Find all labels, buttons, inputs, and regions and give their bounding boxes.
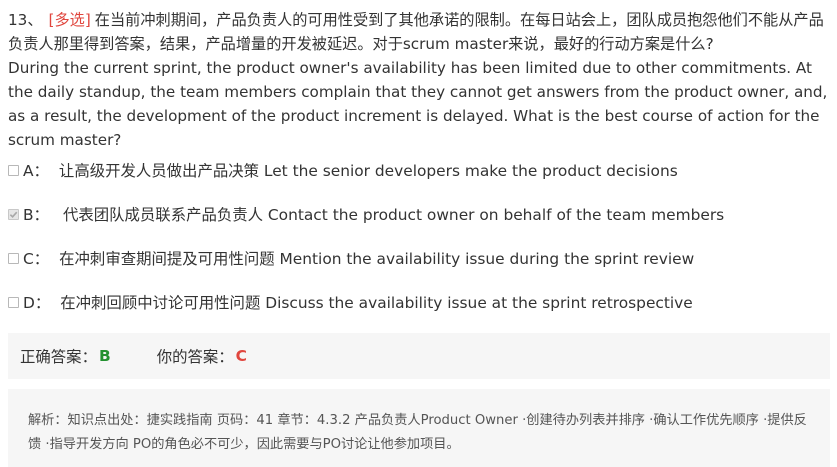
option-a-checkbox[interactable] [8,164,19,176]
option-d-text: 在冲刺回顾中讨论可用性问题 Discuss the availability i… [60,294,693,312]
option-d-letter: D： [23,294,51,312]
option-d-checkbox[interactable] [8,296,19,308]
option-b-text: 代表团队成员联系产品负责人 Contact the product owner … [62,206,725,224]
question-text-cn: 在当前冲刺期间，产品负责人的可用性受到了其他承诺的限制。在每日站会上，团队成员抱… [8,11,824,53]
your-answer-value: C [235,347,247,365]
option-a[interactable]: A： 让高级开发人员做出产品决策 Let the senior develope… [8,158,828,182]
question-text-en: During the current sprint, the product o… [8,59,828,149]
your-answer-label: 你的答案： [156,348,234,366]
option-b[interactable]: B： 代表团队成员联系产品负责人 Contact the product own… [8,202,828,226]
explanation-panel: 解析：知识点出处：捷实践指南 页码：41 章节：4.3.2 产品负责人Produ… [8,389,830,467]
option-b-letter: B： [23,206,49,224]
answer-panel: 正确答案： B 你的答案： C [8,333,830,379]
option-c-letter: C： [23,250,50,268]
option-a-text: 让高级开发人员做出产品决策 Let the senior developers … [58,162,678,180]
question-number: 13、 [8,11,43,29]
option-d[interactable]: D： 在冲刺回顾中讨论可用性问题 Discuss the availabilit… [8,290,828,314]
explanation-text: 解析：知识点出处：捷实践指南 页码：41 章节：4.3.2 产品负责人Produ… [28,413,807,452]
option-a-letter: A： [23,162,49,180]
correct-answer-label: 正确答案： [20,348,97,366]
option-c-checkbox[interactable] [8,252,19,264]
checkmark-icon [9,211,18,218]
question-type-tag: [多选] [48,11,91,29]
option-b-checkbox[interactable] [8,208,19,220]
option-c[interactable]: C： 在冲刺审查期间提及可用性问题 Mention the availabili… [8,246,828,270]
option-c-text: 在冲刺审查期间提及可用性问题 Mention the availability … [59,250,695,268]
question-text: 13、 [多选] 在当前冲刺期间，产品负责人的可用性受到了其他承诺的限制。在每日站会… [8,8,830,152]
correct-answer-value: B [98,347,111,365]
